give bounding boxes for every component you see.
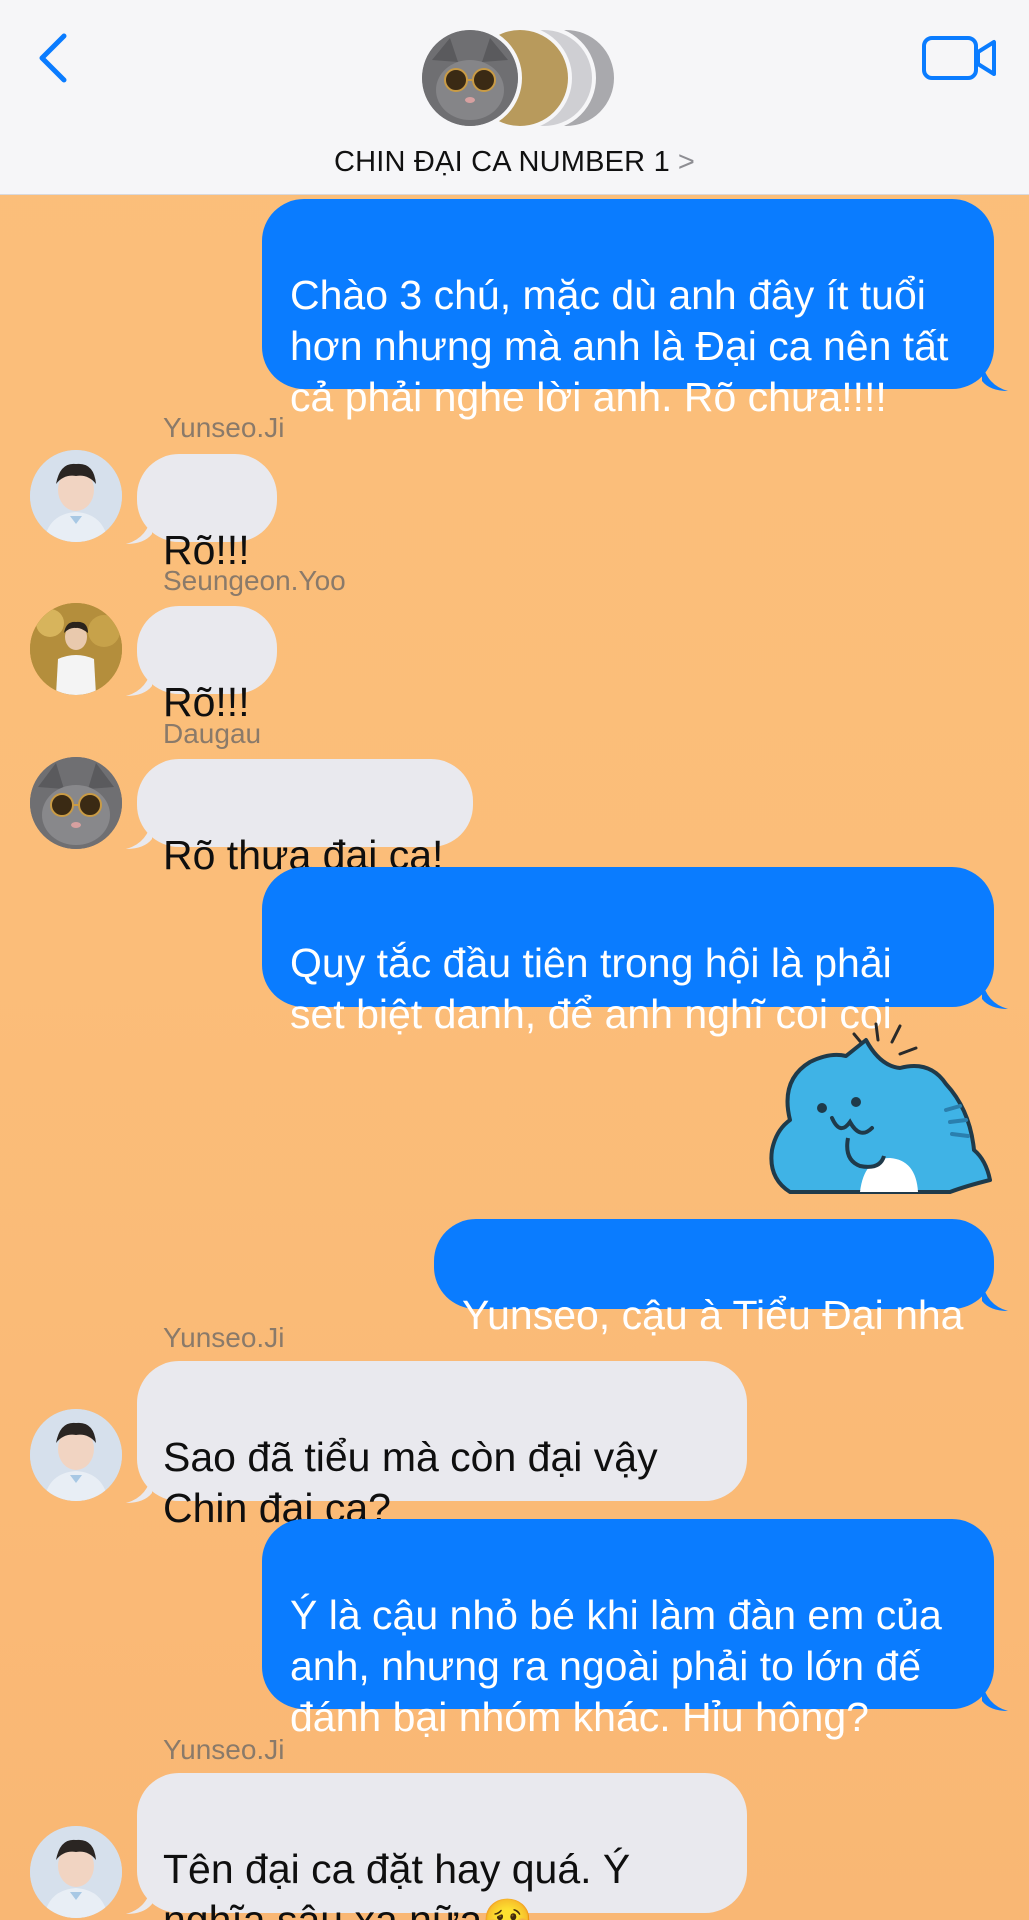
person-avatar-icon <box>30 1409 122 1501</box>
bubble-tail <box>982 979 1008 1009</box>
blue-cat-thinking-sticker[interactable] <box>760 1010 1000 1220</box>
bubble-tail <box>126 819 152 849</box>
group-avatar-cat <box>418 26 522 130</box>
bubble-tail <box>126 1473 152 1503</box>
bubble-tail <box>126 666 152 696</box>
sender-name: Yunseo.Ji <box>163 412 285 443</box>
bubble-tail <box>982 1281 1008 1311</box>
bubble-tail <box>982 1681 1008 1711</box>
avatar-yunseo[interactable] <box>30 1409 122 1501</box>
message-text: Sao đã tiểu mà còn đại vậy Chin đại ca? <box>163 1434 658 1531</box>
person-avatar-icon <box>30 1826 122 1918</box>
message-text: Yunseo, cậu à Tiểu Đại nha <box>462 1292 964 1338</box>
blue-cat-sticker-icon <box>769 1022 992 1194</box>
message-bubble-incoming[interactable]: Rõ!!! <box>137 606 277 725</box>
avatar-yunseo[interactable] <box>30 1826 122 1918</box>
chevron-right-icon: > <box>677 146 696 178</box>
message-bubble-outgoing[interactable]: Yunseo, cậu à Tiểu Đại nha <box>434 1219 994 1338</box>
chat-screen: CHIN ĐẠI CA NUMBER 1 > Chào 3 chú, mặc dù… <box>0 0 1029 1920</box>
person-avatar-icon <box>30 450 122 542</box>
avatar-yunseo[interactable] <box>30 450 122 542</box>
message-bubble-outgoing[interactable]: Chào 3 chú, mặc dù anh đây ít tuổi hơn n… <box>262 199 994 420</box>
conversation-title-text: CHIN ĐẠI CA NUMBER 1 <box>333 146 670 178</box>
group-avatar-stack[interactable] <box>418 24 618 134</box>
message-bubble-incoming[interactable]: Rõ!!! <box>137 454 277 573</box>
sender-name: Daugau <box>163 718 262 749</box>
message-bubble-incoming[interactable]: Sao đã tiểu mà còn đại vậy Chin đại ca? <box>137 1361 747 1531</box>
message-text: Tên đại ca đặt hay quá. Ý nghĩa sâu xa n… <box>163 1846 631 1920</box>
chevron-left-icon <box>39 33 67 83</box>
bubble-tail <box>126 1884 152 1914</box>
sender-name: Yunseo.Ji <box>163 1734 285 1765</box>
back-button[interactable] <box>28 28 84 88</box>
avatar-daugau[interactable] <box>30 757 122 849</box>
cat-with-sunglasses-icon <box>30 757 122 849</box>
message-text: Ý là cậu nhỏ bé khi làm đàn em của anh, … <box>290 1592 942 1740</box>
sender-name: Yunseo.Ji <box>163 1322 285 1353</box>
cat-with-sunglasses-icon <box>422 30 518 126</box>
bubble-tail <box>982 361 1008 391</box>
message-bubble-incoming[interactable]: Tên đại ca đặt hay quá. Ý nghĩa sâu xa n… <box>137 1773 747 1920</box>
sender-name: Seungeon.Yoo <box>163 565 346 596</box>
video-camera-icon <box>922 36 996 80</box>
conversation-header: CHIN ĐẠI CA NUMBER 1 > <box>0 0 1029 195</box>
video-call-button[interactable] <box>920 30 1000 86</box>
bubble-tail <box>126 514 152 544</box>
message-text: Chào 3 chú, mặc dù anh đây ít tuổi hơn n… <box>290 272 949 420</box>
person-avatar-icon <box>30 603 122 695</box>
conversation-title[interactable]: CHIN ĐẠI CA NUMBER 1 > <box>0 146 1029 179</box>
message-bubble-outgoing[interactable]: Quy tắc đầu tiên trong hội là phải set b… <box>262 867 994 1037</box>
avatar-seungeon[interactable] <box>30 603 122 695</box>
message-bubble-incoming[interactable]: Rõ thưa đại ca! <box>137 759 473 878</box>
message-bubble-outgoing[interactable]: Ý là cậu nhỏ bé khi làm đàn em của anh, … <box>262 1519 994 1740</box>
